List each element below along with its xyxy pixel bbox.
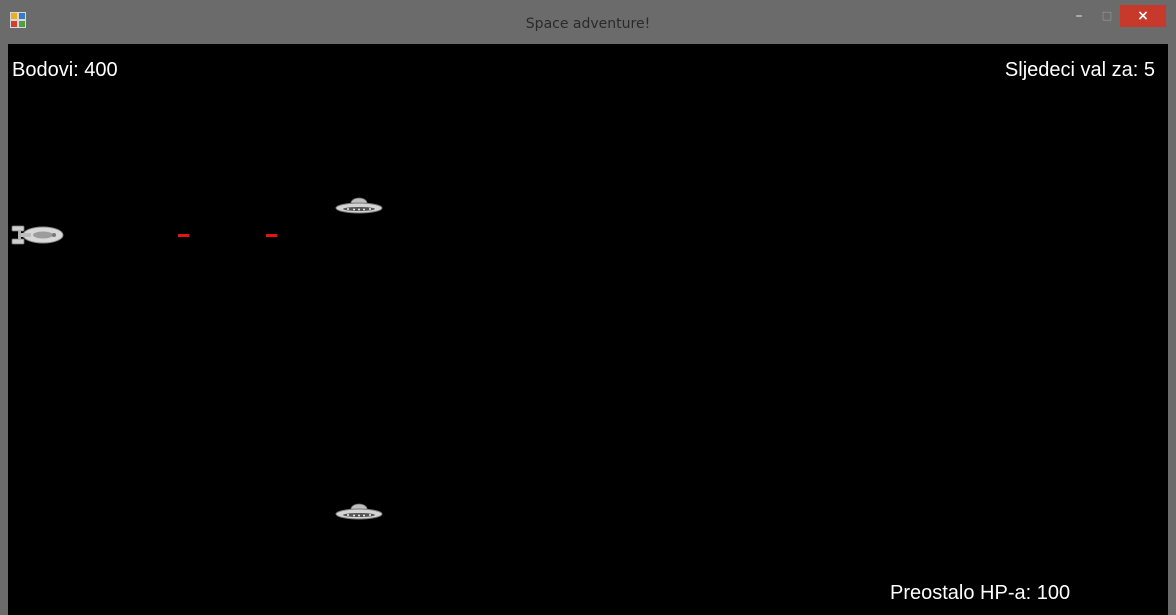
score-label: Bodovi: 400 [12,59,118,81]
laser-bolt [266,234,277,237]
laser-bolt [178,234,189,237]
game-window: Space adventure! – □ × Bodovi: 400 Sljed… [0,0,1176,615]
title-bar[interactable]: Space adventure! – □ × [0,0,1176,44]
next-wave-label: Sljedeci val za: 5 [1004,59,1155,81]
window-title: Space adventure! [525,16,651,32]
maximize-button[interactable]: □ [1094,5,1120,27]
player-spaceship-icon [11,225,64,245]
ufo-enemy-icon [335,503,383,520]
ufo-enemy-icon [335,197,383,214]
close-button[interactable]: × [1120,5,1166,27]
hp-label: Preostalo HP-a: 100 [890,582,1071,604]
minimize-button[interactable]: – [1066,5,1092,27]
game-canvas[interactable]: Bodovi: 400 Sljedeci val za: 5 Preostalo… [8,44,1168,615]
